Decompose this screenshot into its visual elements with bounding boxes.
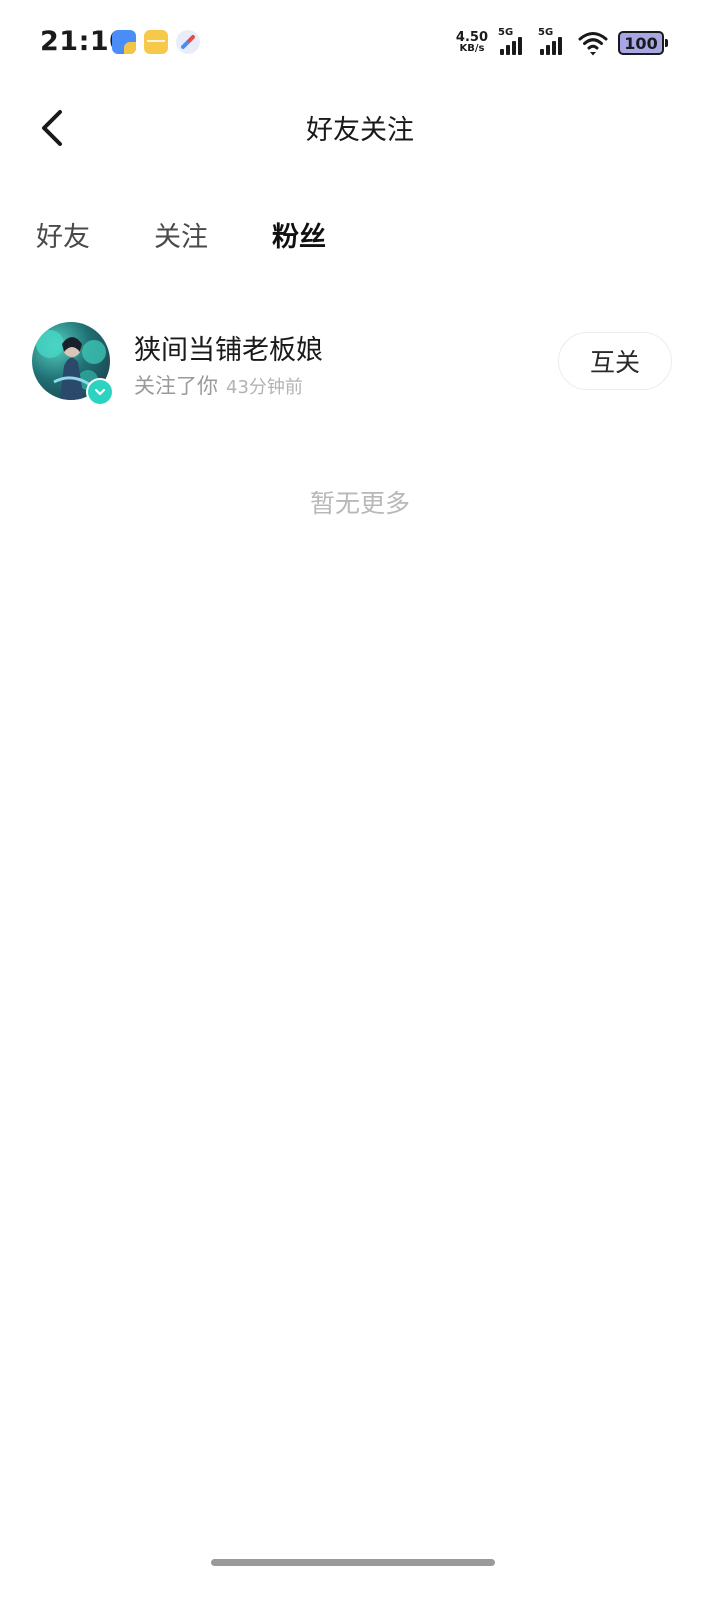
tab-bar: 好友 关注 粉丝	[36, 218, 390, 262]
follow-back-button[interactable]: 互关	[558, 332, 672, 390]
signal-1-icon: 5G	[498, 27, 528, 57]
verified-badge-icon	[86, 378, 114, 406]
nav-bar: 好友关注	[0, 88, 720, 168]
battery-level: 100	[618, 31, 664, 55]
network-speed-unit: KB/s	[459, 43, 485, 54]
signal-2-icon: 5G	[538, 27, 568, 57]
tab-friends[interactable]: 好友	[36, 218, 90, 262]
tab-active-indicator	[276, 254, 322, 262]
status-indicators: 4.50 KB/s 5G 5G 100	[455, 27, 668, 58]
notification-icons	[112, 30, 200, 54]
no-more-text: 暂无更多	[309, 489, 410, 518]
follower-name[interactable]: 狭间当铺老板娘	[134, 328, 323, 367]
follow-action-text: 关注了你	[134, 374, 218, 398]
tab-fans[interactable]: 粉丝	[272, 218, 326, 262]
page-title: 好友关注	[306, 115, 414, 146]
status-bar: 21:10 4.50 KB/s 5G 5G 100	[0, 0, 720, 88]
tab-following[interactable]: 关注	[154, 218, 208, 262]
docs-app-icon	[112, 30, 136, 54]
tab-label: 好友	[36, 222, 90, 253]
tab-label: 粉丝	[272, 222, 326, 253]
tab-label: 关注	[154, 222, 208, 253]
network-speed-value: 4.50	[455, 30, 488, 45]
wifi-icon	[578, 32, 608, 56]
follow-description: 关注了你 43分钟前	[134, 370, 303, 400]
follow-time: 43分钟前	[226, 377, 303, 398]
battery-icon: 100	[618, 31, 668, 55]
network-speed: 4.50 KB/s	[455, 30, 488, 54]
folder-app-icon	[144, 30, 168, 54]
follower-list-item[interactable]: 狭间当铺老板娘 关注了你 43分钟前 互关	[0, 318, 720, 408]
compass-app-icon	[176, 30, 200, 54]
home-indicator[interactable]	[211, 1559, 495, 1566]
